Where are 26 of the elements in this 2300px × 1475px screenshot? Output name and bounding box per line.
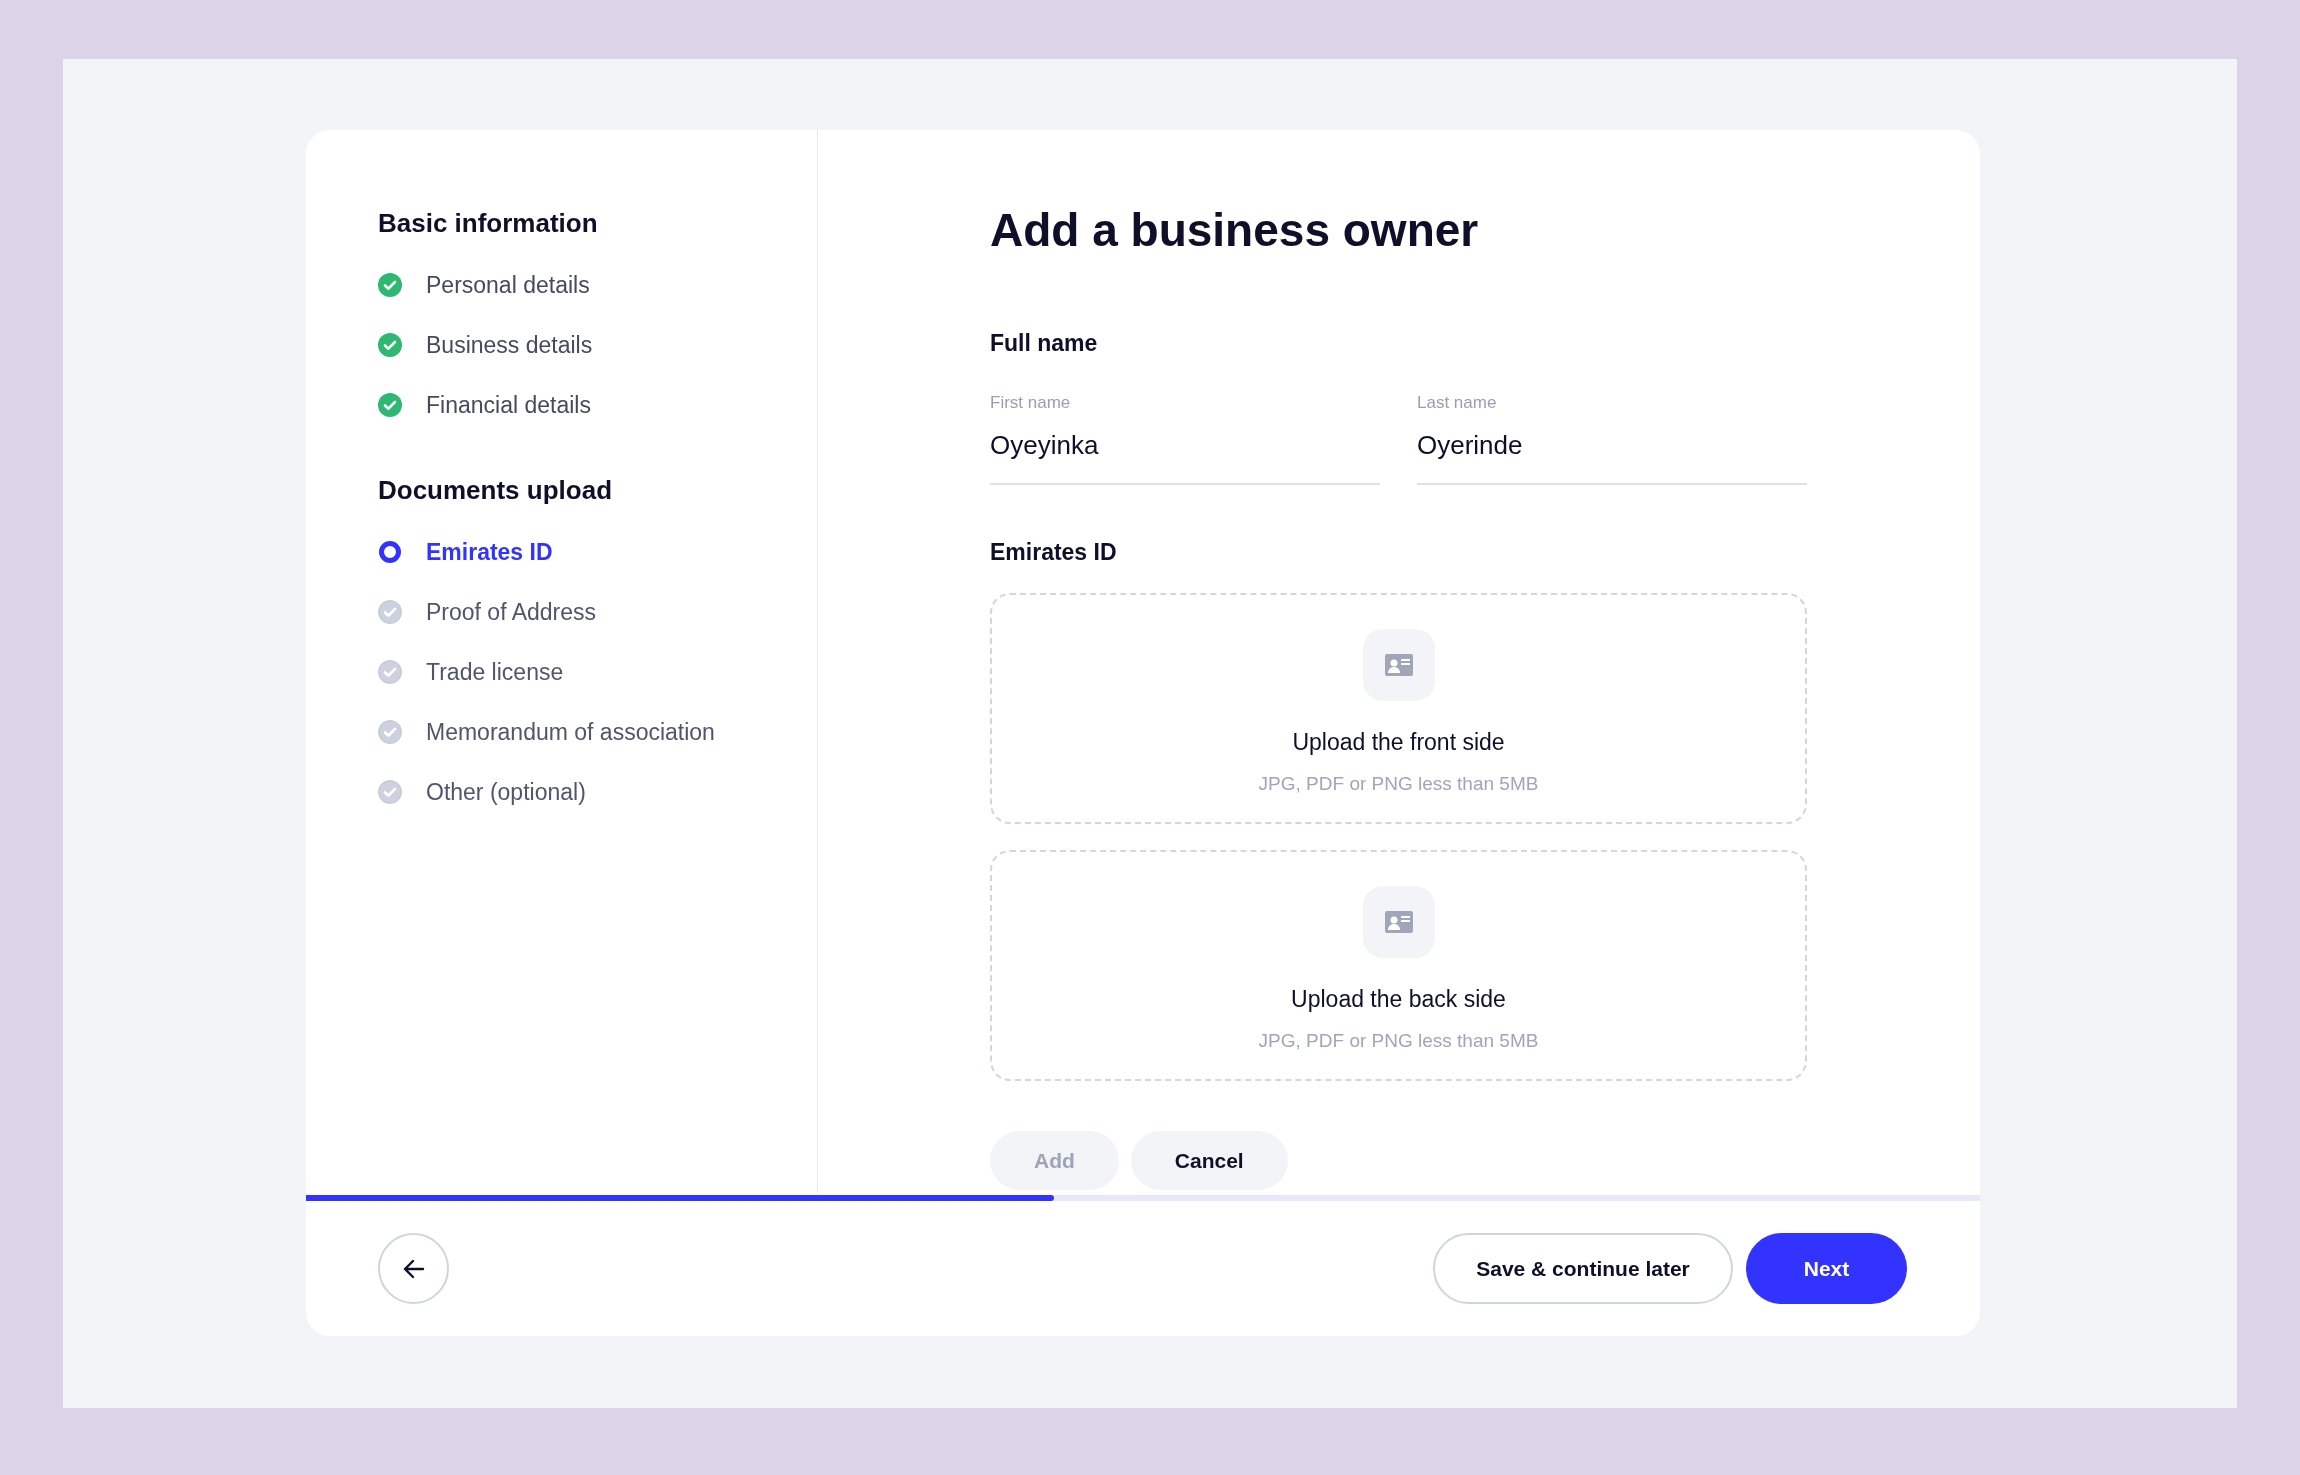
step-link[interactable]: Memorandum of association [426, 714, 715, 750]
upload-dropzone[interactable]: Upload the back side JPG, PDF or PNG less than 5MB [990, 850, 1807, 1081]
field-label: First name [990, 392, 1072, 414]
step-link[interactable]: Emirates ID [426, 534, 553, 570]
field-group-label: Full name [990, 328, 1099, 358]
text-input[interactable]: Oyeyinka [990, 425, 1380, 465]
back-button[interactable] [378, 1233, 449, 1304]
page-title: Add a business owner [990, 203, 1480, 258]
back-arrow-icon [402, 1258, 425, 1279]
step-link[interactable]: Business details [426, 327, 593, 363]
field-label: Last name [1417, 392, 1498, 414]
text-input[interactable]: Oyerinde [1417, 425, 1807, 465]
form-button[interactable]: Cancel [1130, 1131, 1288, 1190]
id-card-icon [1362, 629, 1435, 701]
step-link[interactable]: Personal details [426, 267, 590, 303]
upload-dropzone[interactable]: Upload the front side JPG, PDF or PNG less than 5MB [990, 593, 1807, 824]
step-link[interactable]: Proof of Address [426, 594, 597, 630]
section-heading: Documents upload [378, 474, 613, 507]
id-card-icon [1362, 886, 1435, 958]
section-heading: Basic information [378, 207, 599, 240]
step-link[interactable]: Trade license [426, 654, 564, 690]
next-button[interactable]: Next [1746, 1233, 1907, 1304]
step-link[interactable]: Financial details [426, 387, 591, 423]
save-button[interactable]: Save & continue later [1433, 1233, 1733, 1304]
step-link[interactable]: Other (optional) [426, 774, 586, 810]
field-group-label: Emirates ID [990, 537, 1118, 567]
